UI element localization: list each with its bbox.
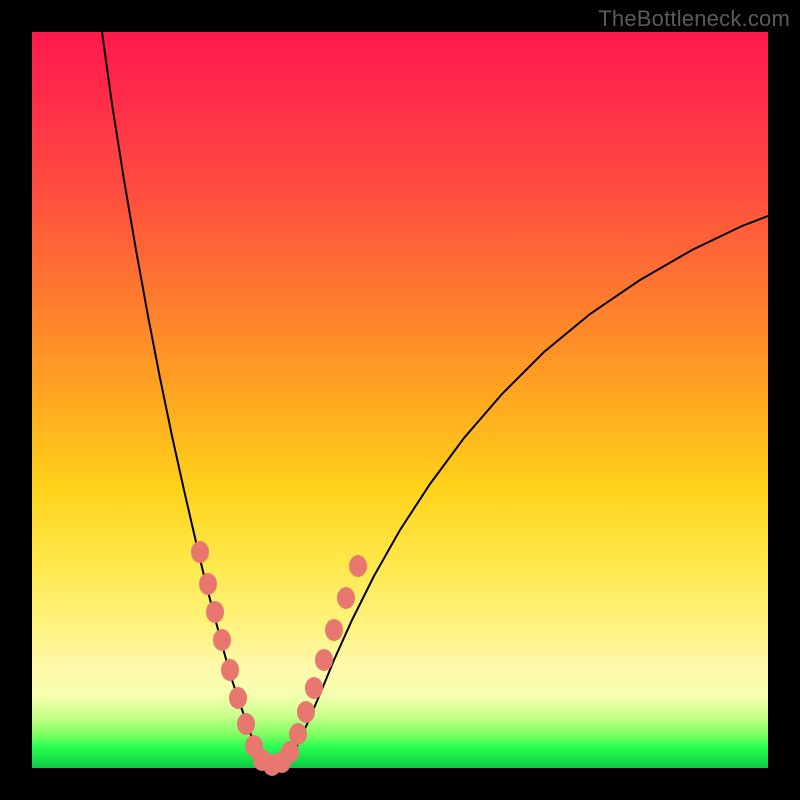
watermark-text: TheBottleneck.com bbox=[598, 6, 790, 32]
chart-svg bbox=[32, 32, 768, 768]
frame: TheBottleneck.com bbox=[0, 0, 800, 800]
dot-right-8 bbox=[349, 555, 367, 577]
dot-right-4 bbox=[305, 677, 323, 699]
dot-left-1 bbox=[191, 541, 209, 563]
dot-left-7 bbox=[237, 713, 255, 735]
bottleneck-curve bbox=[102, 32, 768, 766]
dot-right-3 bbox=[297, 701, 315, 723]
dot-right-2 bbox=[289, 723, 307, 745]
data-dots-group bbox=[191, 541, 367, 776]
dot-left-6 bbox=[229, 687, 247, 709]
dot-left-5 bbox=[221, 659, 239, 681]
dot-right-5 bbox=[315, 649, 333, 671]
dot-left-2 bbox=[199, 573, 217, 595]
dot-right-7 bbox=[337, 587, 355, 609]
dot-right-6 bbox=[325, 619, 343, 641]
dot-left-3 bbox=[206, 601, 224, 623]
plot-area bbox=[32, 32, 768, 768]
dot-left-4 bbox=[213, 629, 231, 651]
